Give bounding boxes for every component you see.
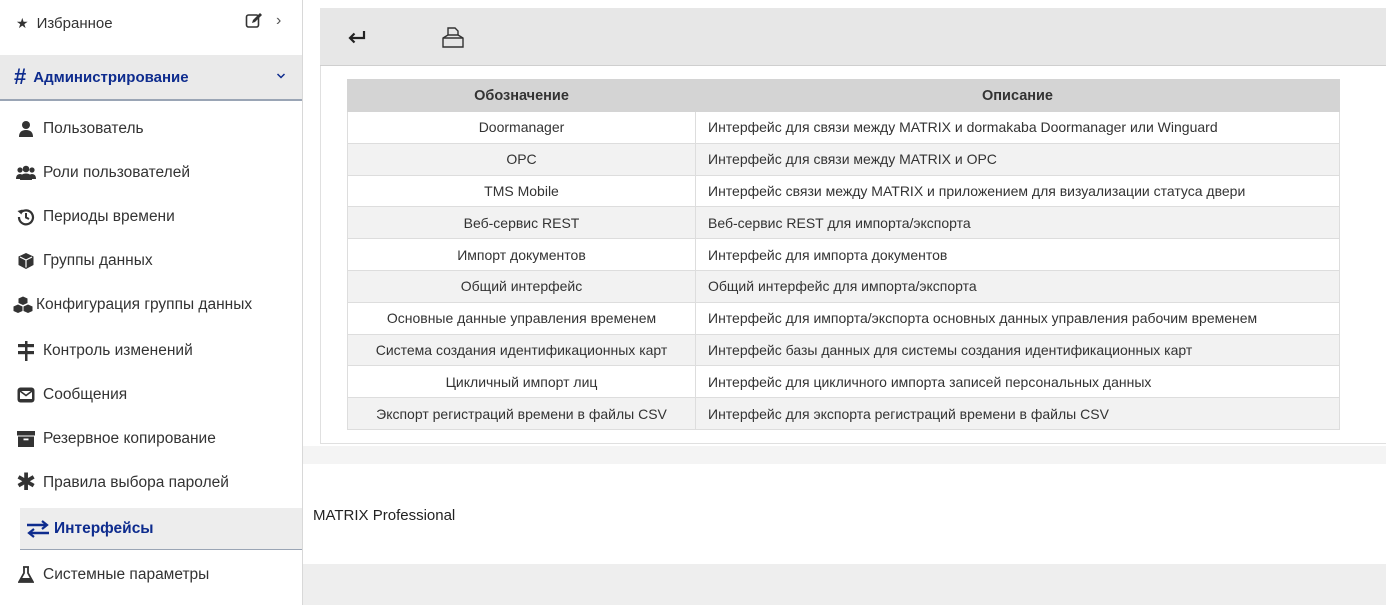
edit-icon[interactable]: [245, 12, 263, 30]
table-row[interactable]: OPC Интерфейс для связи между MATRIX и OP…: [347, 142, 1340, 176]
sidebar-item-label: Интерфейсы: [54, 519, 154, 537]
print-button[interactable]: [438, 22, 468, 52]
cell-designation: Doormanager: [347, 111, 696, 144]
return-icon: [348, 31, 366, 44]
cell-designation: OPC: [347, 142, 696, 176]
sidebar-item-label: Правила выбора паролей: [43, 474, 229, 491]
sidebar-item-change-control[interactable]: Контроль изменений: [0, 330, 302, 372]
user-icon: [16, 119, 36, 139]
cell-designation: Экспорт регистраций времени в файлы CSV: [347, 397, 696, 430]
asterisk-icon: ✱: [15, 469, 37, 496]
cell-designation: Основные данные управления временем: [347, 301, 696, 335]
cell-description: Веб-сервис REST для импорта/экспорта: [695, 206, 1340, 240]
history-icon: [16, 207, 36, 227]
sidebar-item-password-rules[interactable]: ✱ Правила выбора паролей: [0, 462, 302, 504]
archive-icon: [16, 429, 36, 449]
cell-designation: TMS Mobile: [347, 174, 696, 208]
sidebar-item-backup[interactable]: Резервное копирование: [0, 418, 302, 460]
chevron-down-icon[interactable]: [276, 71, 286, 81]
cell-description: Интерфейс для импорта документов: [695, 238, 1340, 271]
cell-description: Интерфейс для импорта/экспорта основных …: [695, 301, 1340, 335]
chevron-right-icon[interactable]: ›: [276, 12, 281, 30]
table-row[interactable]: Общий интерфейс Общий интерфейс для импор…: [347, 269, 1340, 303]
signpost-icon: [16, 341, 36, 361]
users-icon: [16, 163, 36, 183]
sidebar-item-label: Пользователь: [43, 120, 144, 137]
main-content: Обозначение Описание Doormanager Интерфей…: [303, 0, 1386, 605]
cell-description: Интерфейс для экспорта регистраций време…: [695, 397, 1340, 430]
bottom-bar: [303, 564, 1386, 605]
column-header-designation[interactable]: Обозначение: [347, 79, 696, 112]
product-name: MATRIX Professional: [313, 507, 456, 524]
section-administration[interactable]: # Администрирование: [0, 55, 302, 101]
content-panel: Обозначение Описание Doormanager Интерфей…: [320, 66, 1386, 444]
table-row[interactable]: Цикличный импорт лиц Интерфейс для циклич…: [347, 365, 1340, 399]
sidebar: ★ Избранное › # Администрирование Пользо…: [0, 0, 303, 605]
table-row[interactable]: Система создания идентификационных карт И…: [347, 333, 1340, 367]
sidebar-item-label: Роли пользователей: [43, 164, 190, 181]
table-row[interactable]: Импорт документов Интерфейс для импорта д…: [347, 238, 1340, 271]
sidebar-item-data-group-config[interactable]: Конфигурация группы данных: [0, 284, 302, 326]
section-title: Администрирование: [33, 68, 189, 86]
print-icon: [442, 27, 464, 48]
table-header-row: Обозначение Описание: [347, 79, 1340, 112]
sidebar-item-label: Конфигурация группы данных: [36, 296, 253, 313]
sidebar-item-label: Группы данных: [43, 252, 153, 269]
sidebar-item-messages[interactable]: Сообщения: [0, 374, 302, 416]
table-row[interactable]: Doormanager Интерфейс для связи между MAT…: [347, 111, 1340, 144]
envelope-icon: [16, 385, 36, 405]
cell-description: Интерфейс связи между MATRIX и приложени…: [695, 174, 1340, 208]
sidebar-item-label: Контроль изменений: [43, 342, 193, 359]
table-row[interactable]: Экспорт регистраций времени в файлы CSV И…: [347, 397, 1340, 430]
cell-description: Интерфейс базы данных для системы создан…: [695, 333, 1340, 367]
cube-icon: [16, 251, 36, 271]
cell-designation: Веб-сервис REST: [347, 206, 696, 240]
table-row[interactable]: Основные данные управления временем Интер…: [347, 301, 1340, 335]
cell-description: Интерфейс для связи между MATRIX и dorma…: [695, 111, 1340, 144]
cubes-icon: [12, 295, 34, 315]
cell-designation: Импорт документов: [347, 238, 696, 271]
table-row[interactable]: TMS Mobile Интерфейс связи между MATRIX и…: [347, 174, 1340, 208]
toolbar: [320, 8, 1386, 66]
cell-description: Интерфейс для цикличного импорта записей…: [695, 365, 1340, 399]
footer: MATRIX Professional: [303, 464, 1386, 564]
cell-designation: Общий интерфейс: [347, 269, 696, 303]
footer-separator: [303, 446, 1386, 464]
column-header-description[interactable]: Описание: [695, 79, 1340, 112]
cell-description: Интерфейс для связи между MATRIX и OPC: [695, 142, 1340, 176]
sidebar-item-user[interactable]: Пользователь: [0, 108, 302, 150]
interfaces-table: Обозначение Описание Doormanager Интерфей…: [347, 79, 1340, 430]
cell-designation: Цикличный импорт лиц: [347, 365, 696, 399]
sidebar-item-interfaces[interactable]: Интерфейсы: [20, 508, 302, 550]
sidebar-item-user-roles[interactable]: Роли пользователей: [0, 152, 302, 194]
sidebar-item-label: Резервное копирование: [43, 430, 216, 447]
sidebar-item-label: Периоды времени: [43, 208, 175, 225]
favorites-item[interactable]: ★ Избранное ›: [0, 0, 302, 46]
sidebar-item-label: Системные параметры: [43, 566, 210, 583]
sidebar-item-label: Сообщения: [43, 386, 128, 403]
back-button[interactable]: [342, 22, 372, 52]
flask-icon: [16, 565, 36, 585]
sidebar-item-time-periods[interactable]: Периоды времени: [0, 196, 302, 238]
table-row[interactable]: Веб-сервис REST Веб-сервис REST для импор…: [347, 206, 1340, 240]
sidebar-item-data-groups[interactable]: Группы данных: [0, 240, 302, 282]
cell-description: Общий интерфейс для импорта/экспорта: [695, 269, 1340, 303]
hashtag-icon: #: [14, 64, 27, 89]
favorites-label: Избранное: [36, 14, 113, 32]
exchange-icon: [26, 519, 50, 539]
sidebar-item-system-params[interactable]: Системные параметры: [0, 554, 302, 596]
star-icon: ★: [16, 14, 29, 31]
cell-designation: Система создания идентификационных карт: [347, 333, 696, 367]
